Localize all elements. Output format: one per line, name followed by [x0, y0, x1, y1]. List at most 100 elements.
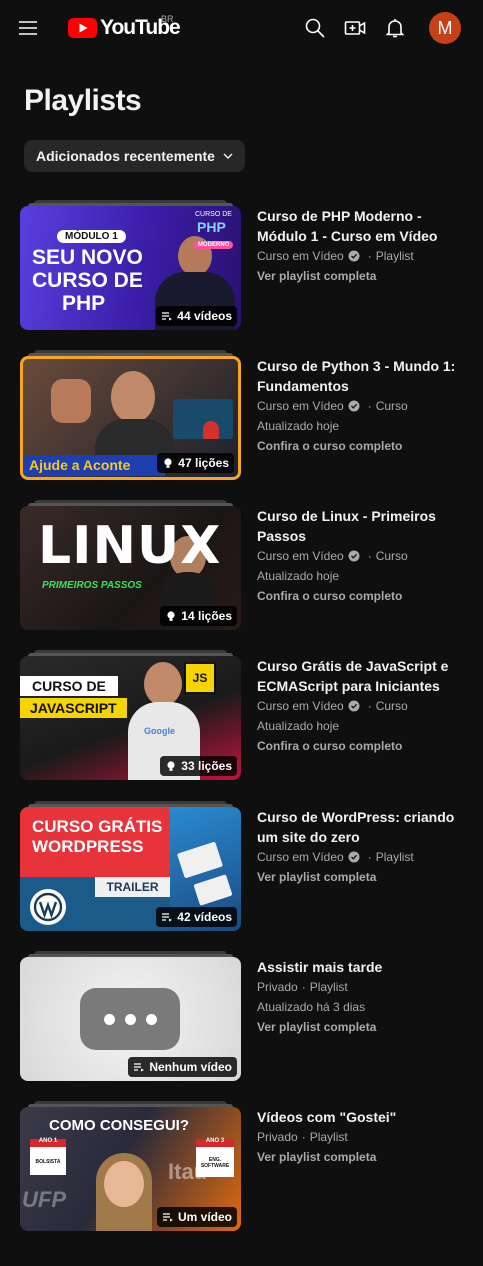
lesson-count-badge: 47 lições: [157, 453, 234, 473]
playlist-type: Playlist: [309, 980, 348, 994]
view-full-course-link[interactable]: Confira o curso completo: [257, 436, 470, 456]
notifications-bell-icon[interactable]: [383, 16, 407, 40]
youtube-logo[interactable]: YouTube BR: [68, 14, 181, 42]
youtube-play-icon: [68, 18, 97, 38]
video-count-badge: 42 vídeos: [156, 907, 237, 927]
channel-name[interactable]: Curso em Vídeo: [257, 546, 344, 566]
playlist-item[interactable]: UFP Itaú COMO CONSEGUI? ANO 1 BOLSISTA A…: [20, 1101, 470, 1231]
thumb-corner-text: PHP: [197, 219, 226, 235]
playlist-thumbnail[interactable]: UFP Itaú COMO CONSEGUI? ANO 1 BOLSISTA A…: [20, 1101, 241, 1231]
thumb-corner-text: CURSO DE: [195, 211, 232, 218]
playlist-meta: Curso em Vídeo · Curso: [257, 546, 470, 566]
thumb-subtitle: PRIMEIROS PASSOS: [42, 580, 142, 591]
playlist-type: Playlist: [375, 249, 414, 263]
presenter-hand: [51, 379, 91, 423]
playlist-meta: Curso em Vídeo · Playlist: [257, 847, 470, 867]
playlist-icon: [162, 913, 173, 922]
playlist-type: Playlist: [309, 1130, 348, 1144]
playlist-type: Curso: [375, 549, 408, 563]
updated-text: Atualizado hoje: [257, 569, 340, 583]
privacy-status: Privado: [257, 980, 298, 994]
verified-check-icon: [348, 700, 360, 712]
playlist-thumbnail[interactable]: CURSO GRÁTIS WORDPRESS TRAILER 42 vídeos: [20, 801, 241, 931]
privacy-status: Privado: [257, 1130, 298, 1144]
wordpress-logo-icon: [30, 889, 66, 925]
avatar[interactable]: M: [429, 12, 461, 44]
view-full-playlist-link[interactable]: Ver playlist completa: [257, 266, 470, 286]
verified-check-icon: [348, 400, 360, 412]
thumb-line: JAVASCRIPT: [20, 698, 127, 718]
playlist-thumbnail[interactable]: Ajude a Aconte 47 lições: [20, 350, 241, 480]
playlist-title[interactable]: Vídeos com "Gostei": [257, 1107, 470, 1127]
country-code: BR: [161, 14, 174, 24]
playlist-thumbnail[interactable]: MÓDULO 1 SEU NOVO CURSO DE PHP CURSO DE …: [20, 200, 241, 330]
empty-playlist-placeholder-icon: [80, 988, 180, 1050]
playlist-item[interactable]: Google CURSO DE JAVASCRIPT JS 33 lições …: [20, 650, 470, 780]
channel-name[interactable]: Curso em Vídeo: [257, 246, 344, 266]
thumb-line: WORDPRESS: [32, 837, 144, 856]
playlist-title[interactable]: Curso de WordPress: criando um site do z…: [257, 807, 470, 847]
playlist-thumbnail[interactable]: Nenhum vídeo: [20, 951, 241, 1081]
lightbulb-icon: [167, 611, 175, 621]
updated-text: Atualizado hoje: [257, 719, 340, 733]
playlist-title[interactable]: Curso Grátis de JavaScript e ECMAScript …: [257, 656, 470, 696]
video-count-badge: Nenhum vídeo: [128, 1057, 237, 1077]
playlist-title[interactable]: Curso de PHP Moderno - Módulo 1 - Curso …: [257, 206, 470, 246]
view-full-playlist-link[interactable]: Ver playlist completa: [257, 1147, 470, 1167]
playlist-title[interactable]: Curso de Python 3 - Mundo 1: Fundamentos: [257, 356, 470, 396]
verified-check-icon: [348, 250, 360, 262]
shirt-logo: Google: [144, 726, 175, 736]
playlist-thumbnail[interactable]: Google CURSO DE JAVASCRIPT JS 33 lições: [20, 650, 241, 780]
sort-dropdown[interactable]: Adicionados recentemente: [24, 140, 245, 172]
playlist-item[interactable]: Ajude a Aconte 47 lições Curso de Python…: [20, 350, 470, 480]
playlist-icon: [162, 312, 173, 321]
playlist-item[interactable]: LINUX PRIMEIROS PASSOS 14 lições Curso d…: [20, 500, 470, 630]
thumb-line: SEU NOVO: [32, 246, 143, 269]
view-full-playlist-link[interactable]: Ver playlist completa: [257, 1017, 470, 1037]
thumb-line: CURSO DE: [20, 676, 118, 696]
channel-name[interactable]: Curso em Vídeo: [257, 847, 344, 867]
view-full-course-link[interactable]: Confira o curso completo: [257, 736, 470, 756]
calendar-tag: ANO 3 ENG. SOFTWARE: [196, 1138, 234, 1177]
presenter-face: [144, 662, 182, 706]
lesson-count-badge: 14 lições: [160, 606, 237, 626]
playlist-title[interactable]: Assistir mais tarde: [257, 957, 470, 977]
lesson-count-badge: 33 lições: [160, 756, 237, 776]
channel-name[interactable]: Curso em Vídeo: [257, 396, 344, 416]
playlist-icon: [134, 1063, 145, 1072]
playlist-thumbnail[interactable]: LINUX PRIMEIROS PASSOS 14 lições: [20, 500, 241, 630]
thumb-caption: Ajude a Aconte: [23, 455, 165, 476]
thumb-corner-text: MODERNO: [194, 241, 234, 249]
lightbulb-icon: [167, 761, 175, 771]
chevron-down-icon: [223, 153, 233, 159]
create-video-icon[interactable]: [343, 16, 367, 40]
thumb-line: CURSO GRÁTIS: [32, 817, 163, 836]
updated-text: Atualizado hoje: [257, 419, 340, 433]
verified-check-icon: [348, 851, 360, 863]
playlist-icon: [162, 1213, 173, 1222]
channel-name[interactable]: Curso em Vídeo: [257, 696, 344, 716]
view-full-playlist-link[interactable]: Ver playlist completa: [257, 867, 470, 887]
playlist-item[interactable]: CURSO GRÁTIS WORDPRESS TRAILER 42 vídeos…: [20, 801, 470, 931]
search-icon[interactable]: [303, 16, 327, 40]
thumb-background-text: UFP: [22, 1187, 66, 1212]
thumb-line: PHP: [62, 292, 106, 315]
trailer-label: TRAILER: [95, 877, 170, 897]
video-count-badge: Um vídeo: [156, 1207, 237, 1227]
top-bar: YouTube BR M: [0, 0, 483, 56]
updated-text: Atualizado há 3 dias: [257, 1000, 366, 1014]
menu-icon[interactable]: [16, 16, 40, 40]
verified-check-icon: [348, 550, 360, 562]
thumb-big-text: LINUX: [38, 516, 222, 576]
thumb-module-label: MÓDULO 1: [57, 230, 126, 243]
playlist-type: Playlist: [375, 850, 414, 864]
mario-figure: [203, 421, 219, 439]
playlist-title[interactable]: Curso de Linux - Primeiros Passos: [257, 506, 470, 546]
calendar-tag: ANO 1 BOLSISTA: [30, 1138, 66, 1175]
playlist-type: Curso: [375, 699, 408, 713]
js-logo: JS: [184, 662, 216, 694]
video-count-badge: 44 vídeos: [156, 306, 237, 326]
playlist-item[interactable]: MÓDULO 1 SEU NOVO CURSO DE PHP CURSO DE …: [20, 200, 470, 330]
playlist-item[interactable]: Nenhum vídeo Assistir mais tarde Privado…: [20, 951, 470, 1081]
view-full-course-link[interactable]: Confira o curso completo: [257, 586, 470, 606]
